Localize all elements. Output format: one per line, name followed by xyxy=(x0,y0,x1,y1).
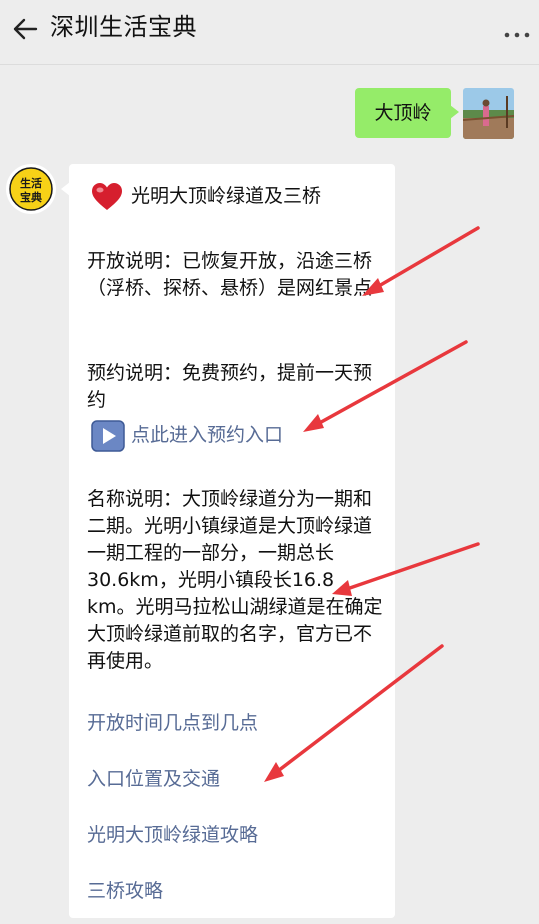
bot-heading: 光明大顶岭绿道及三桥 xyxy=(131,185,322,207)
booking-entry-link[interactable]: 点此进入预约入口 xyxy=(131,422,371,449)
bot-avatar[interactable]: 生活 宝典 xyxy=(6,164,56,214)
open-note: 开放说明：已恢复开放，沿途三桥（浮桥、探桥、悬桥）是网红景点 xyxy=(87,250,373,299)
link-entrance-location[interactable]: 入口位置及交通 xyxy=(87,766,387,793)
top-bar: 深圳生活宝典 xyxy=(0,0,539,65)
user-message-bubble[interactable]: 大顶岭 xyxy=(355,88,459,138)
link-greenway-guide[interactable]: 光明大顶岭绿道攻略 xyxy=(87,822,387,849)
bot-message-bubble: 光明大顶岭绿道及三桥 开放说明：已恢复开放，沿途三桥（浮桥、探桥、悬桥）是网红景… xyxy=(61,164,395,918)
bot-avatar-text-2: 宝典 xyxy=(20,190,42,204)
link-three-bridges-guide[interactable]: 三桥攻略 xyxy=(87,878,387,905)
name-note: 名称说明：大顶岭绿道分为一期和二期。光明小镇绿道是大顶岭绿道一期工程的一部分，一… xyxy=(87,488,383,672)
heart-icon xyxy=(92,183,122,210)
booking-note: 预约说明：免费预约，提前一天预约 xyxy=(87,362,373,411)
more-options-icon[interactable] xyxy=(503,30,531,40)
link-open-hours[interactable]: 开放时间几点到几点 xyxy=(87,710,387,737)
bot-avatar-text-1: 生活 xyxy=(20,176,42,190)
back-arrow-icon[interactable] xyxy=(10,14,40,44)
chat-title: 深圳生活宝典 xyxy=(50,13,197,41)
play-icon[interactable] xyxy=(91,420,125,452)
user-avatar[interactable] xyxy=(463,88,514,139)
